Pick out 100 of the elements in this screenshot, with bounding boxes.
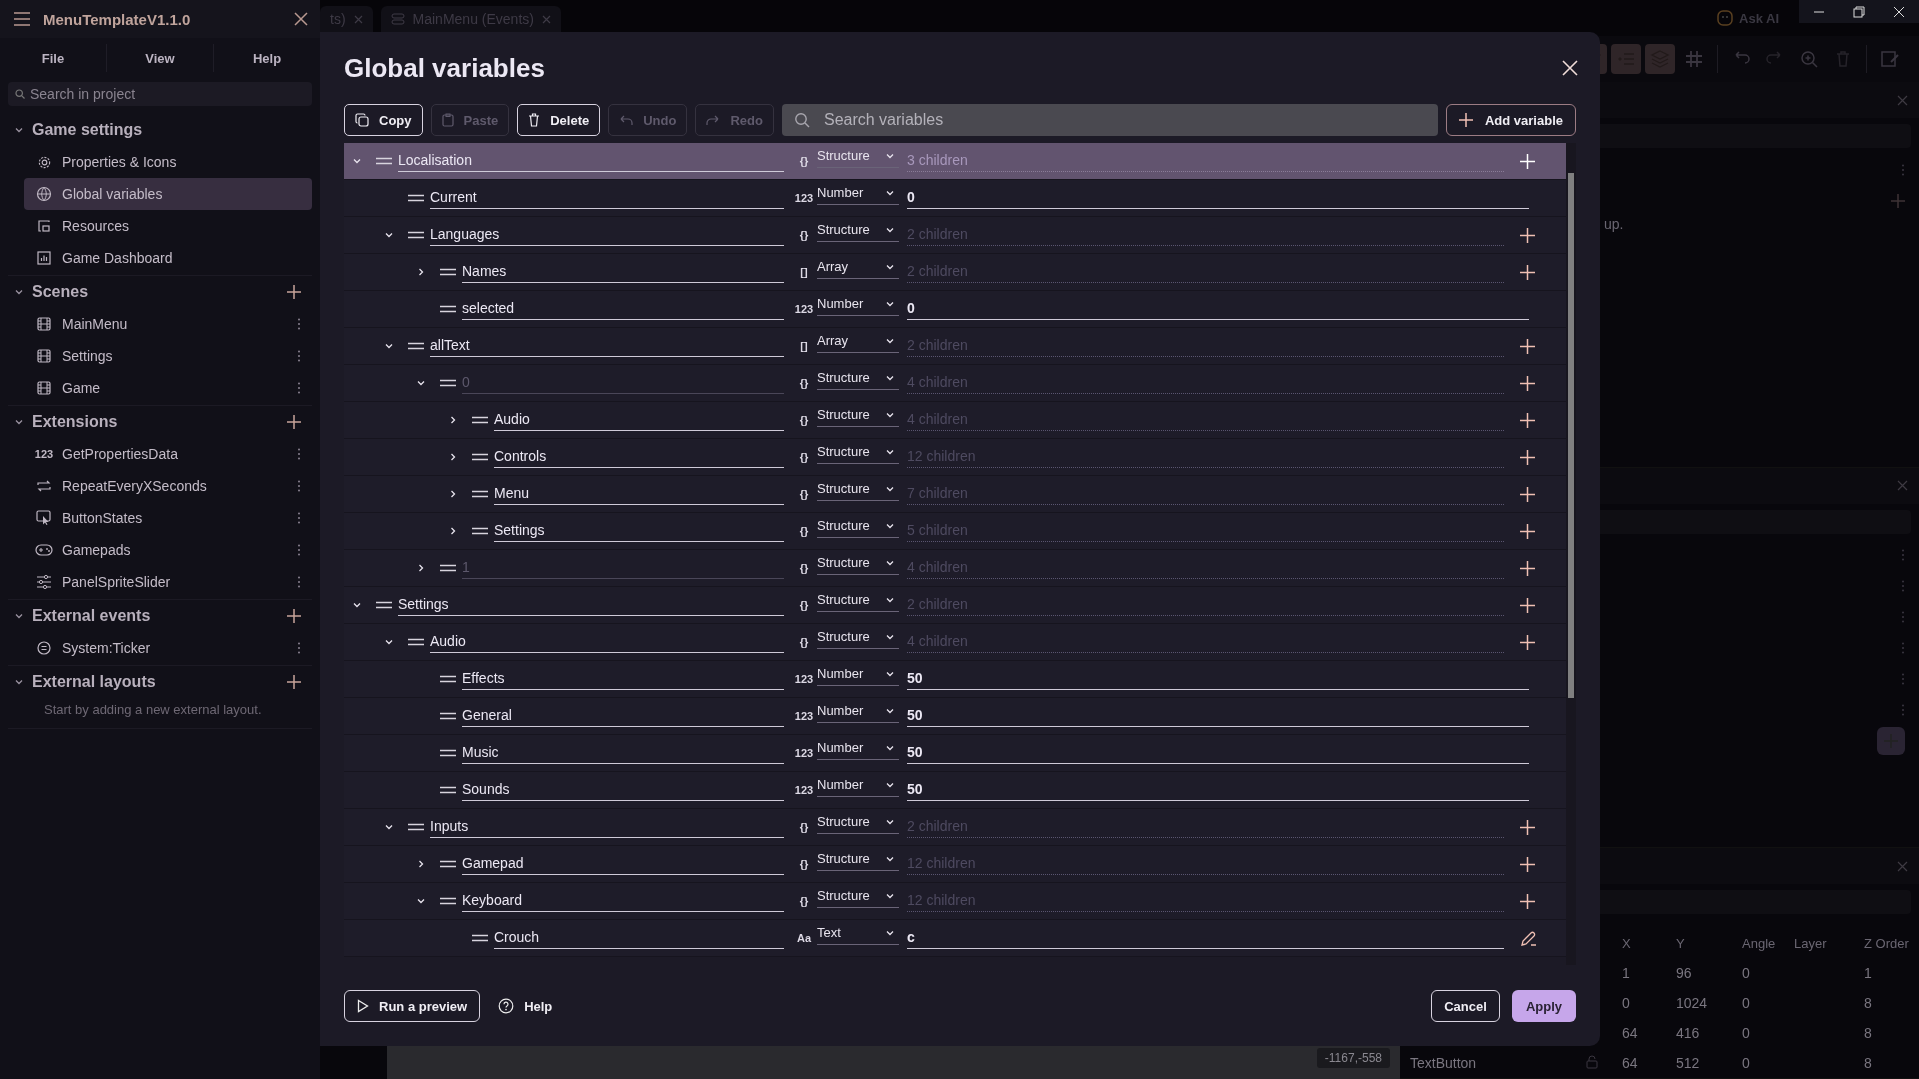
sidebar-item[interactable]: MainMenu <box>24 308 312 340</box>
value-field[interactable]: 50 <box>907 779 1529 801</box>
more-icon[interactable] <box>297 642 301 654</box>
value-field[interactable]: 50 <box>907 742 1529 764</box>
drag-handle-icon[interactable] <box>408 638 424 646</box>
drag-handle-icon[interactable] <box>440 712 456 720</box>
maximize-icon[interactable] <box>1853 5 1865 18</box>
column-header[interactable]: Angle <box>1742 935 1794 951</box>
value-field[interactable]: 50 <box>907 705 1529 727</box>
type-dropdown[interactable]: Structure <box>817 481 899 501</box>
chevron-icon[interactable] <box>416 378 426 388</box>
section-title[interactable]: Game settings <box>32 121 302 139</box>
drag-handle-icon[interactable] <box>472 453 488 461</box>
type-dropdown[interactable]: Array <box>817 259 899 279</box>
chevron-icon[interactable] <box>416 267 426 277</box>
type-dropdown[interactable]: Structure <box>817 370 899 390</box>
variable-row[interactable]: Localisation {} Structure 3 children <box>344 143 1566 180</box>
drag-handle-icon[interactable] <box>440 268 456 276</box>
section-header[interactable]: Scenes <box>8 276 312 308</box>
type-dropdown[interactable]: Number <box>817 703 899 723</box>
chevron-icon[interactable] <box>384 230 394 240</box>
drag-handle-icon[interactable] <box>408 342 424 350</box>
name-field[interactable]: Menu <box>494 483 784 505</box>
drag-handle-icon[interactable] <box>408 194 424 202</box>
sidebar-item[interactable]: Gamepads <box>24 534 312 566</box>
chevron-icon[interactable] <box>352 156 362 166</box>
chevron-icon[interactable] <box>448 489 458 499</box>
section-title[interactable]: Scenes <box>32 283 278 301</box>
type-dropdown[interactable]: Array <box>817 333 899 353</box>
section-title[interactable]: External layouts <box>32 673 278 691</box>
chevron-icon[interactable] <box>14 677 24 687</box>
type-dropdown[interactable]: Structure <box>817 222 899 242</box>
add-icon[interactable] <box>286 608 302 624</box>
sidebar-item[interactable]: PanelSpriteSlider <box>24 566 312 598</box>
type-dropdown[interactable]: Structure <box>817 444 899 464</box>
menu-button[interactable]: File <box>0 44 107 72</box>
section-header[interactable]: Extensions <box>8 406 312 438</box>
chevron-icon[interactable] <box>384 341 394 351</box>
name-field[interactable]: Localisation <box>398 150 784 172</box>
pencil-icon[interactable] <box>1520 929 1537 947</box>
type-dropdown[interactable]: Number <box>817 296 899 316</box>
name-field[interactable]: Names <box>462 261 784 283</box>
name-field[interactable]: Controls <box>494 446 784 468</box>
add-icon[interactable] <box>286 284 302 300</box>
menu-icon[interactable] <box>13 12 31 26</box>
type-dropdown[interactable]: Structure <box>817 592 899 612</box>
column-header[interactable]: X <box>1622 935 1676 951</box>
help-button[interactable]: Help <box>492 990 559 1022</box>
value-field[interactable]: c <box>907 927 1504 949</box>
name-field[interactable]: Audio <box>494 409 784 431</box>
drag-handle-icon[interactable] <box>440 675 456 683</box>
more-icon[interactable] <box>297 318 301 330</box>
name-field[interactable]: Current <box>430 187 784 209</box>
type-dropdown[interactable]: Number <box>817 666 899 686</box>
menu-button[interactable]: Help <box>214 44 320 72</box>
column-header[interactable]: Layer <box>1794 935 1864 951</box>
chevron-icon[interactable] <box>384 637 394 647</box>
more-icon[interactable] <box>297 512 301 524</box>
type-dropdown[interactable]: Number <box>817 185 899 205</box>
scrollbar[interactable] <box>1566 143 1576 965</box>
drag-handle-icon[interactable] <box>440 860 456 868</box>
value-field[interactable]: 0 <box>907 298 1529 320</box>
drag-handle-icon[interactable] <box>472 416 488 424</box>
sidebar-item[interactable]: RepeatEveryXSeconds <box>24 470 312 502</box>
chevron-icon[interactable] <box>14 611 24 621</box>
drag-handle-icon[interactable] <box>440 305 456 313</box>
name-field[interactable]: selected <box>462 298 784 320</box>
type-dropdown[interactable]: Structure <box>817 555 899 575</box>
drag-handle-icon[interactable] <box>440 379 456 387</box>
drag-handle-icon[interactable] <box>440 786 456 794</box>
drag-handle-icon[interactable] <box>408 231 424 239</box>
type-dropdown[interactable]: Structure <box>817 851 899 871</box>
chevron-icon[interactable] <box>448 452 458 462</box>
close-icon[interactable] <box>294 12 308 26</box>
column-header[interactable]: Y <box>1676 935 1742 951</box>
name-field[interactable]: Sounds <box>462 779 784 801</box>
type-dropdown[interactable]: Structure <box>817 518 899 538</box>
more-icon[interactable] <box>297 576 301 588</box>
sidebar-item[interactable]: Settings <box>24 340 312 372</box>
apply-button[interactable]: Apply <box>1511 990 1576 1022</box>
search-field[interactable]: Search in project <box>8 82 312 106</box>
run-preview-button[interactable]: Run a preview <box>344 990 481 1022</box>
more-icon[interactable] <box>297 480 301 492</box>
more-icon[interactable] <box>297 544 301 556</box>
drag-handle-icon[interactable] <box>472 490 488 498</box>
name-field[interactable]: Settings <box>494 520 784 542</box>
cancel-button[interactable]: Cancel <box>1431 990 1500 1022</box>
section-title[interactable]: Extensions <box>32 413 278 431</box>
type-dropdown[interactable]: Structure <box>817 814 899 834</box>
sidebar-item[interactable]: Global variables <box>24 178 312 210</box>
section-header[interactable]: External layouts <box>8 666 312 698</box>
chevron-icon[interactable] <box>416 859 426 869</box>
chevron-icon[interactable] <box>384 822 394 832</box>
type-dropdown[interactable]: Text <box>817 925 899 945</box>
add-icon[interactable] <box>286 414 302 430</box>
chevron-icon[interactable] <box>14 125 24 135</box>
drag-handle-icon[interactable] <box>408 823 424 831</box>
section-title[interactable]: External events <box>32 607 278 625</box>
toolbar-button[interactable]: Delete <box>517 104 601 136</box>
chevron-icon[interactable] <box>352 600 362 610</box>
